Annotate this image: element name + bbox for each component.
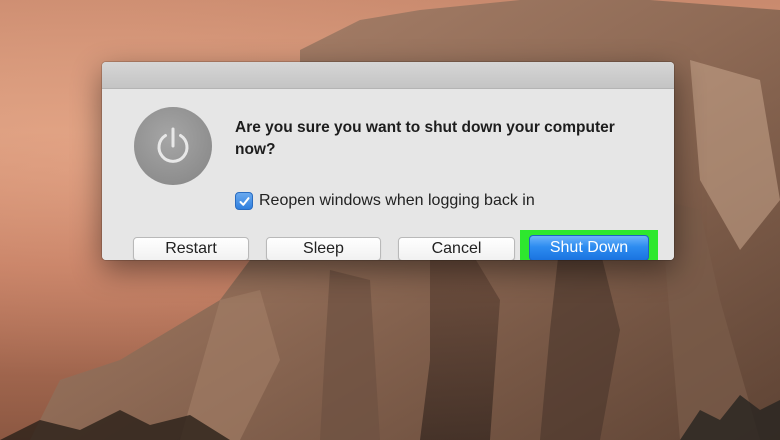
reopen-windows-checkbox[interactable] [235, 192, 253, 210]
power-icon [134, 107, 212, 185]
desktop-wallpaper: Are you sure you want to shut down your … [0, 0, 780, 440]
reopen-windows-option[interactable]: Reopen windows when logging back in [235, 192, 535, 210]
shutdown-dialog: Are you sure you want to shut down your … [102, 62, 674, 260]
dialog-body: Are you sure you want to shut down your … [102, 89, 674, 260]
cancel-button[interactable]: Cancel [398, 237, 515, 260]
dialog-message: Are you sure you want to shut down your … [235, 119, 615, 158]
shut-down-highlight: Shut Down [520, 230, 658, 260]
reopen-windows-label: Reopen windows when logging back in [259, 192, 535, 209]
restart-button[interactable]: Restart [133, 237, 249, 260]
dialog-titlebar [102, 62, 674, 89]
dialog-buttons: Restart Sleep Cancel Shut Down [102, 230, 674, 260]
sleep-button[interactable]: Sleep [266, 237, 381, 260]
checkmark-icon [239, 196, 249, 206]
shut-down-button[interactable]: Shut Down [529, 235, 649, 260]
